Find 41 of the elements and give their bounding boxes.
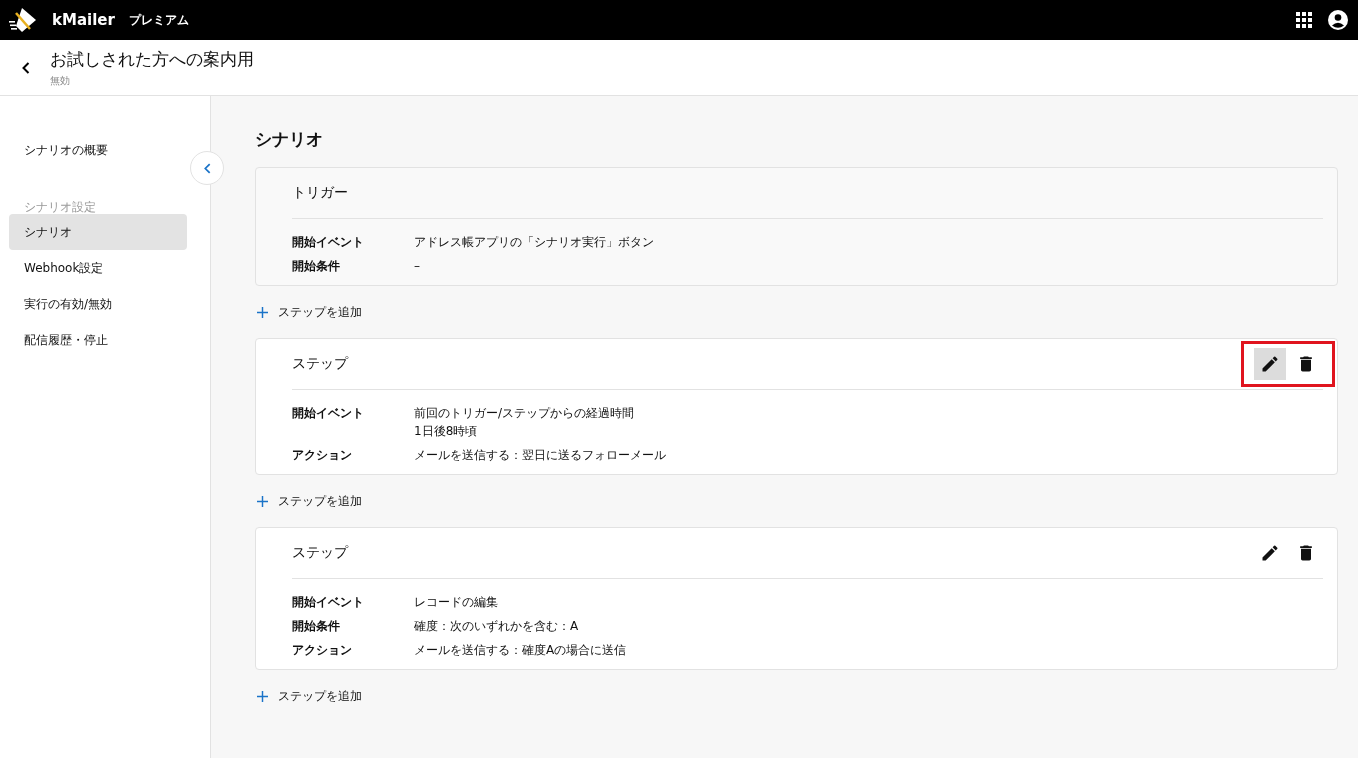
- page-title: お試しされた方への案内用: [50, 47, 254, 71]
- add-step-button[interactable]: ステップを追加: [255, 475, 362, 527]
- field-value: メールを送信する：確度Aの場合に送信: [414, 642, 628, 659]
- field-value: 前回のトリガー/ステップからの経過時間: [414, 405, 636, 422]
- field-value: 確度：次のいずれかを含む：A: [414, 618, 580, 635]
- field-value: レコードの編集: [414, 594, 499, 611]
- app-name: kMailer: [52, 11, 115, 29]
- field-value: メールを送信する：翌日に送るフォローメール: [414, 447, 667, 464]
- logo-icon: [8, 7, 38, 33]
- field-value: アドレス帳アプリの「シナリオ実行」ボタン: [414, 234, 655, 251]
- card-title: ステップ: [292, 355, 348, 373]
- section-title: シナリオ: [255, 128, 324, 151]
- sidebar-heading: シナリオ設定: [23, 199, 97, 214]
- field-label: 開始条件: [292, 258, 341, 275]
- sidebar-item[interactable]: シナリオ: [9, 214, 187, 250]
- sidebar-item[interactable]: 実行の有効/無効: [9, 286, 187, 322]
- add-step-button[interactable]: ステップを追加: [255, 670, 362, 722]
- sidebar-item[interactable]: 配信履歴・停止: [9, 322, 187, 358]
- plus-icon: [257, 690, 268, 702]
- field-label: アクション: [292, 642, 353, 659]
- sidebar-item[interactable]: Webhook設定: [9, 250, 187, 286]
- add-step-button[interactable]: ステップを追加: [255, 286, 362, 338]
- field-value: 1日後8時頃: [414, 423, 479, 440]
- edit-icon[interactable]: [1254, 348, 1286, 380]
- card-title: トリガー: [292, 184, 348, 202]
- chevron-left-icon: [203, 162, 211, 174]
- field-value: –: [414, 258, 421, 275]
- field-label: 開始イベント: [292, 405, 365, 422]
- plus-icon: [257, 306, 268, 318]
- apps-grid-icon[interactable]: [1296, 12, 1312, 28]
- field-label: 開始イベント: [292, 594, 365, 611]
- plus-icon: [257, 495, 268, 507]
- sidebar-item[interactable]: シナリオの概要: [9, 132, 187, 168]
- status-label: 無効: [50, 73, 71, 88]
- field-label: 開始条件: [292, 618, 341, 635]
- field-label: 開始イベント: [292, 234, 365, 251]
- card-title: ステップ: [292, 544, 348, 562]
- account-icon[interactable]: [1328, 10, 1348, 30]
- field-label: アクション: [292, 447, 353, 464]
- plan-label: プレミアム: [128, 11, 189, 29]
- back-icon[interactable]: [22, 61, 30, 74]
